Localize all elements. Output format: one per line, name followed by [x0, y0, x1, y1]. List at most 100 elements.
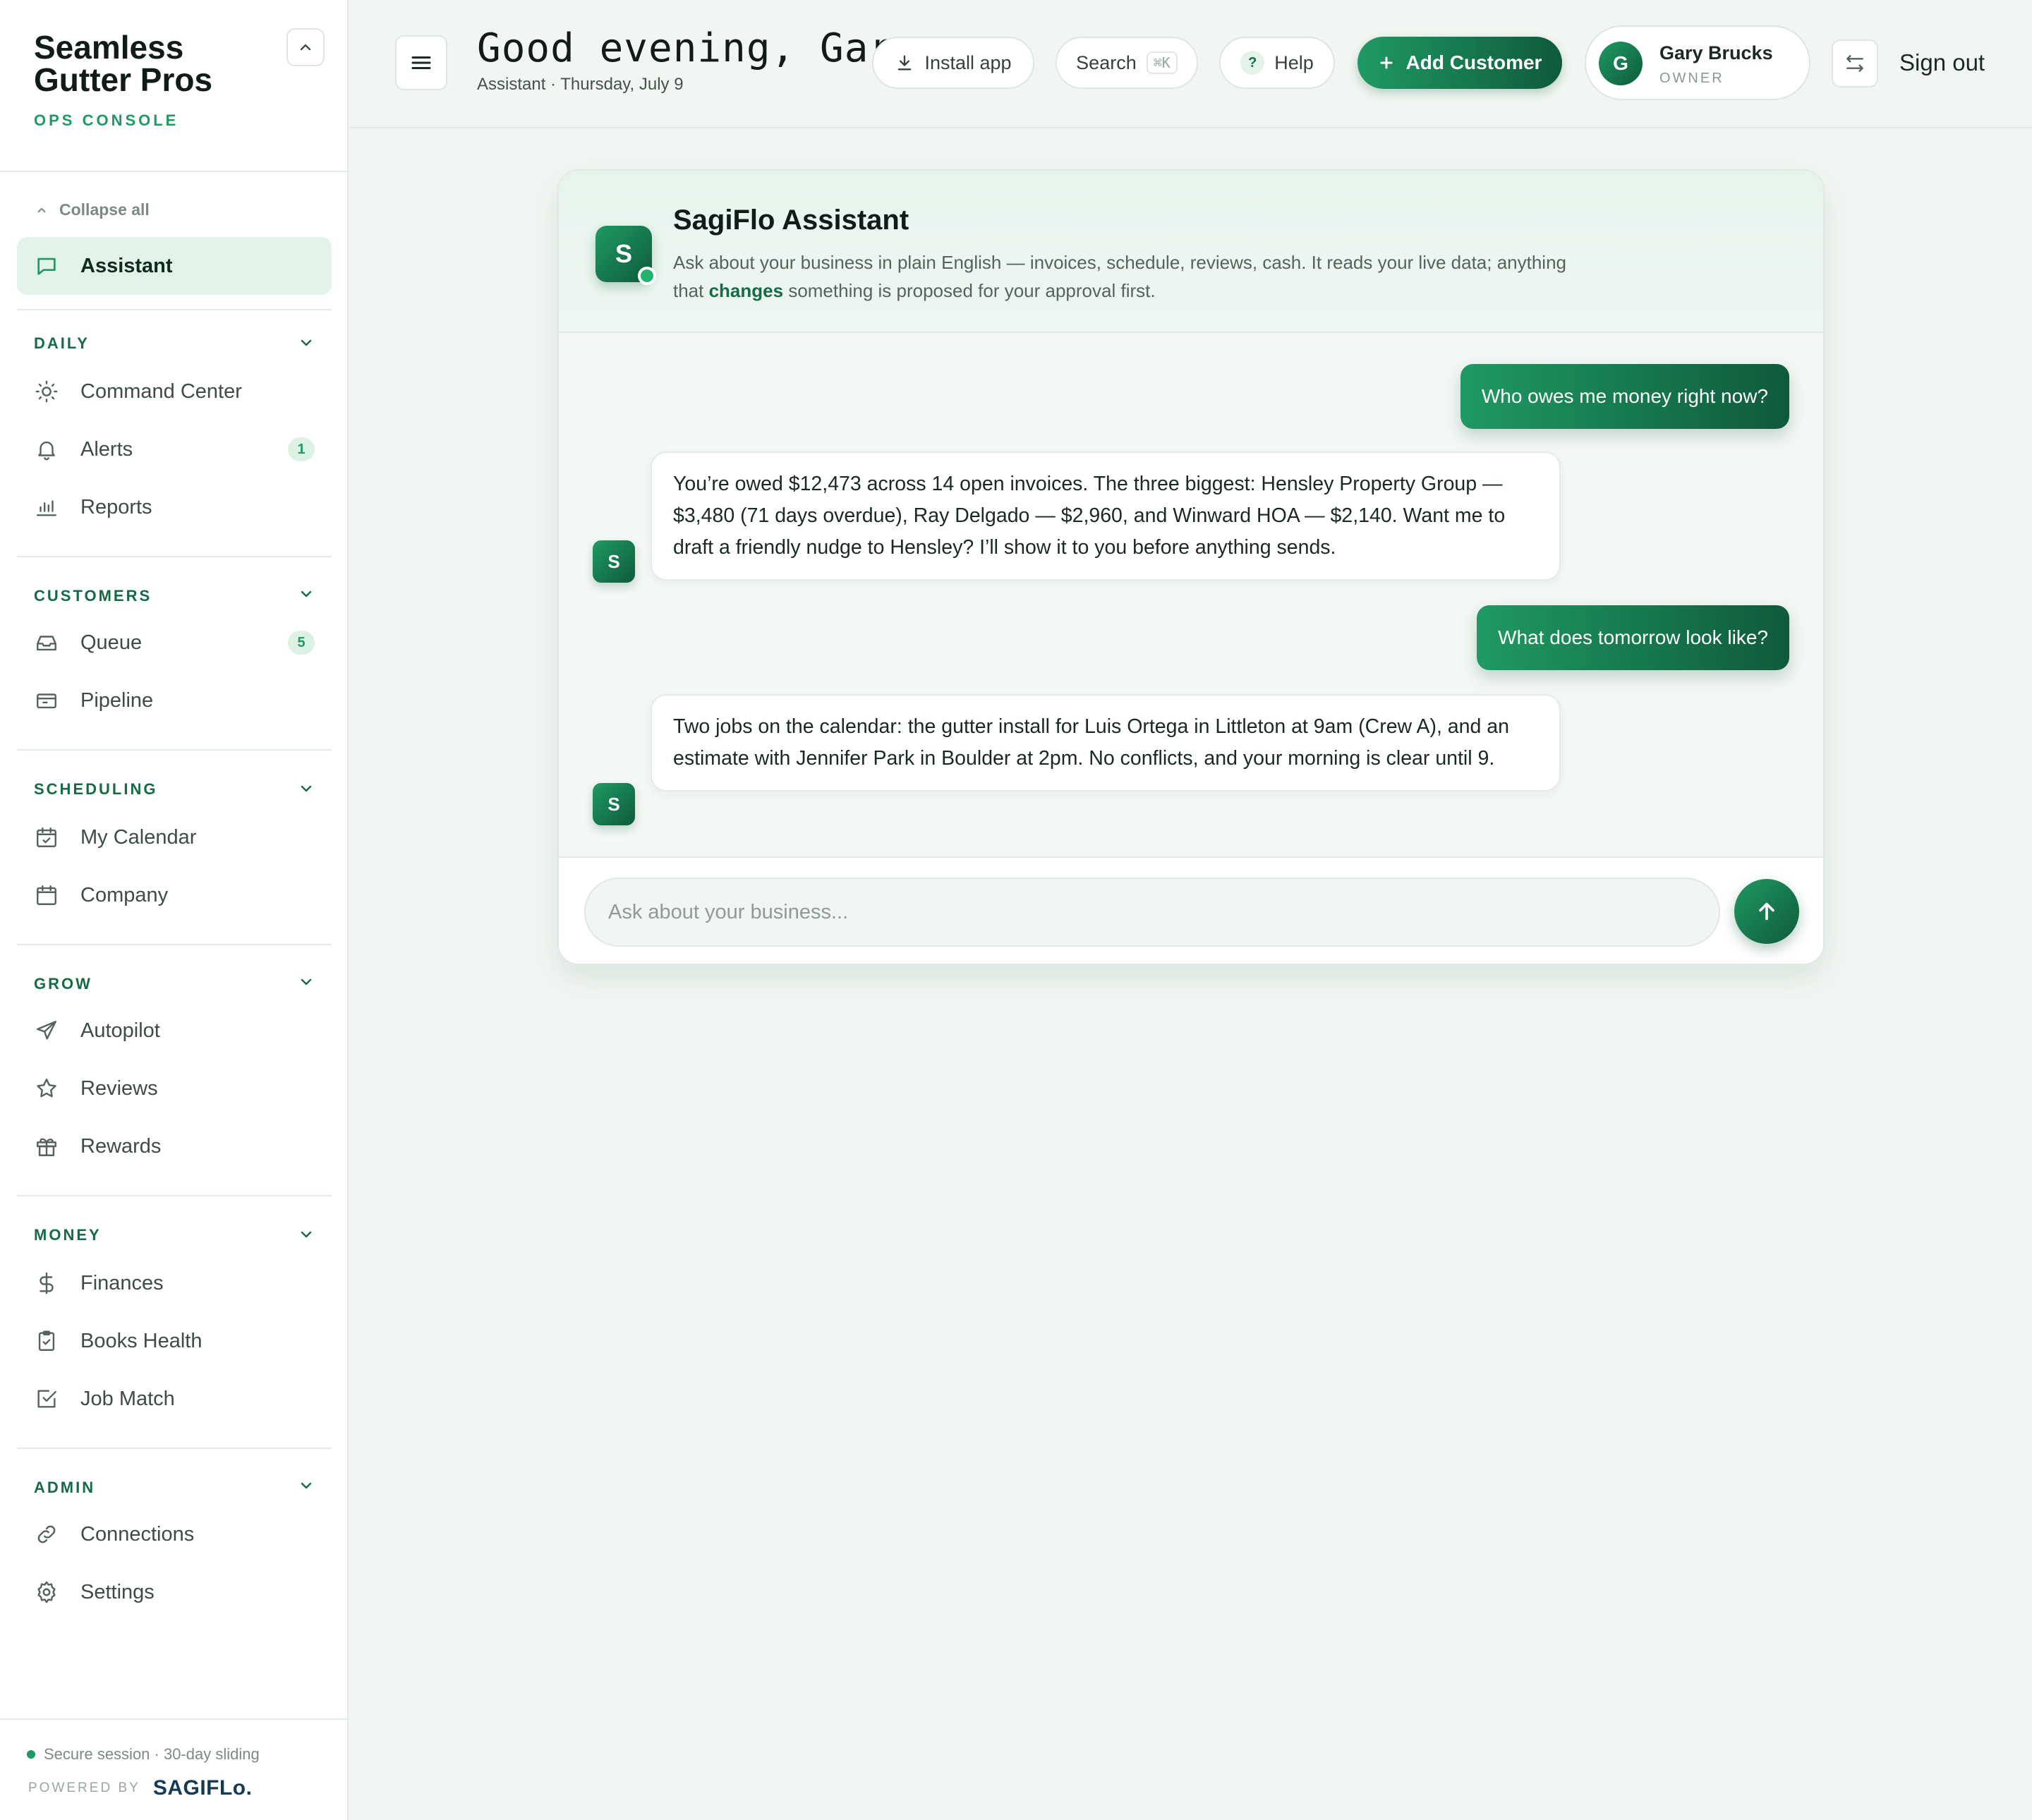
menu-button[interactable] — [395, 35, 447, 90]
assistant-avatar: S — [593, 783, 635, 825]
sidebar-item-reviews[interactable]: Reviews — [17, 1060, 332, 1117]
sidebar-item-label: Command Center — [80, 380, 242, 403]
sidebar-item-label: Connections — [80, 1522, 195, 1546]
swap-arrows-icon — [1846, 55, 1863, 72]
question-icon: ? — [1240, 51, 1265, 75]
sidebar-item-label: Autopilot — [80, 1019, 160, 1042]
section-divider — [17, 749, 332, 751]
chat-input[interactable] — [584, 878, 1720, 947]
page-subtitle: Assistant · Thursday, July 9 — [477, 75, 684, 94]
sidebar-item-label: Reports — [80, 495, 152, 518]
sidebar-item-settings[interactable]: Settings — [17, 1563, 332, 1621]
bell-icon — [34, 437, 59, 462]
help-button[interactable]: ? Help — [1219, 37, 1335, 89]
collapse-all-button[interactable]: Collapse all — [35, 200, 150, 219]
section-divider — [17, 556, 332, 557]
assistant-description: Ask about your business in plain English… — [673, 248, 1590, 305]
assistant-avatar: S — [593, 540, 635, 583]
sidebar-item-company[interactable]: Company — [17, 866, 332, 924]
gift-icon — [34, 1134, 59, 1159]
pipeline-icon — [34, 688, 59, 713]
user-role: OWNER — [1659, 71, 1724, 86]
section-label-admin: ADMIN — [34, 1479, 96, 1496]
chat-composer — [559, 856, 1823, 964]
user-menu[interactable]: G Gary Brucks OWNER — [1585, 25, 1810, 100]
search-button[interactable]: Search ⌘K — [1056, 37, 1198, 89]
sagiflo-logo[interactable]: SAGIFLo. — [153, 1776, 253, 1800]
user-name: Gary Brucks — [1659, 42, 1773, 63]
sign-out-link[interactable]: Sign out — [1899, 49, 1985, 76]
collapse-all-label: Collapse all — [59, 200, 150, 219]
sidebar-item-command-center[interactable]: Command Center — [17, 363, 332, 420]
calendar-check-icon — [34, 825, 59, 850]
assistant-message: You’re owed $12,473 across 14 open invoi… — [651, 451, 1561, 581]
sidebar-item-label: Settings — [80, 1580, 155, 1603]
assistant-chat-card: S SagiFlo Assistant Ask about your busin… — [557, 169, 1825, 965]
sidebar-item-label: Company — [80, 883, 169, 906]
chevron-down-icon[interactable] — [298, 780, 315, 797]
page-title: Good evening, Gary — [477, 25, 918, 71]
sidebar-item-rewards[interactable]: Rewards — [17, 1117, 332, 1175]
section-divider — [17, 944, 332, 945]
sidebar-item-label: Rewards — [80, 1134, 162, 1158]
hamburger-icon — [411, 56, 431, 69]
chevron-down-icon[interactable] — [298, 973, 315, 990]
chevron-down-icon[interactable] — [298, 1226, 315, 1243]
assistant-message: Two jobs on the calendar: the gutter ins… — [651, 694, 1561, 791]
sidebar-item-label: Reviews — [80, 1076, 158, 1100]
chevron-up-icon — [300, 44, 311, 51]
chevron-down-icon[interactable] — [298, 586, 315, 602]
dollar-icon — [34, 1270, 59, 1296]
star-icon — [34, 1076, 59, 1101]
sidebar-item-finances[interactable]: Finances — [17, 1254, 332, 1312]
sidebar-item-books-health[interactable]: Books Health — [17, 1312, 332, 1370]
sidebar-collapse-button[interactable] — [286, 28, 325, 66]
section-label-grow: GROW — [34, 975, 92, 993]
section-divider — [17, 1195, 332, 1196]
inbox-icon — [34, 630, 59, 655]
brand-divider — [0, 171, 349, 172]
brand-name: Seamless Gutter Pros — [34, 29, 213, 98]
user-message: Who owes me money right now? — [1460, 364, 1789, 429]
clipboard-check-icon — [34, 1328, 59, 1354]
sidebar-item-label: Job Match — [80, 1387, 175, 1410]
sidebar-item-pipeline[interactable]: Pipeline — [17, 672, 332, 729]
powered-by: POWERED BY SAGIFLo. — [28, 1776, 252, 1800]
desc-emphasis: changes — [708, 280, 784, 301]
sidebar-item-reports[interactable]: Reports — [17, 478, 332, 536]
sidebar-item-my-calendar[interactable]: My Calendar — [17, 808, 332, 866]
sidebar-item-label: Finances — [80, 1271, 164, 1294]
arrow-up-icon — [1759, 902, 1774, 921]
sidebar-item-autopilot[interactable]: Autopilot — [17, 1002, 332, 1060]
sidebar-item-label: Pipeline — [80, 688, 154, 712]
top-header: Good evening, Gary Assistant · Thursday,… — [350, 0, 2032, 128]
chevron-down-icon[interactable] — [298, 1477, 315, 1494]
desc-text: something is proposed for your approval … — [783, 280, 1156, 301]
sidebar-item-queue[interactable]: Queue 5 — [17, 614, 332, 672]
sidebar-item-connections[interactable]: Connections — [17, 1505, 332, 1563]
sidebar-footer-divider — [0, 1718, 349, 1720]
send-button[interactable] — [1734, 879, 1799, 944]
secure-session-text: Secure session · 30-day sliding — [44, 1745, 260, 1763]
link-icon — [34, 1522, 59, 1547]
switch-account-button[interactable] — [1832, 40, 1878, 87]
online-status-dot — [638, 267, 656, 285]
sun-icon — [34, 379, 59, 404]
search-label: Search — [1076, 51, 1137, 73]
install-app-button[interactable]: Install app — [872, 37, 1034, 89]
sidebar-item-alerts[interactable]: Alerts 1 — [17, 420, 332, 478]
search-shortcut: ⌘K — [1146, 51, 1178, 74]
sidebar-item-label: Queue — [80, 631, 143, 654]
alerts-count-badge: 1 — [288, 437, 315, 461]
chevron-down-icon[interactable] — [298, 334, 315, 351]
sidebar-item-job-match[interactable]: Job Match — [17, 1370, 332, 1428]
gear-icon — [34, 1579, 59, 1605]
brand-subtitle: OPS CONSOLE — [34, 111, 179, 129]
send-icon — [34, 1018, 59, 1043]
section-label-money: MONEY — [34, 1226, 102, 1244]
sidebar-item-assistant[interactable]: Assistant — [17, 237, 332, 295]
sidebar-item-label: Books Health — [80, 1329, 202, 1352]
add-customer-button[interactable]: Add Customer — [1357, 37, 1562, 89]
checkbox-icon — [34, 1386, 59, 1412]
section-divider — [17, 309, 332, 310]
